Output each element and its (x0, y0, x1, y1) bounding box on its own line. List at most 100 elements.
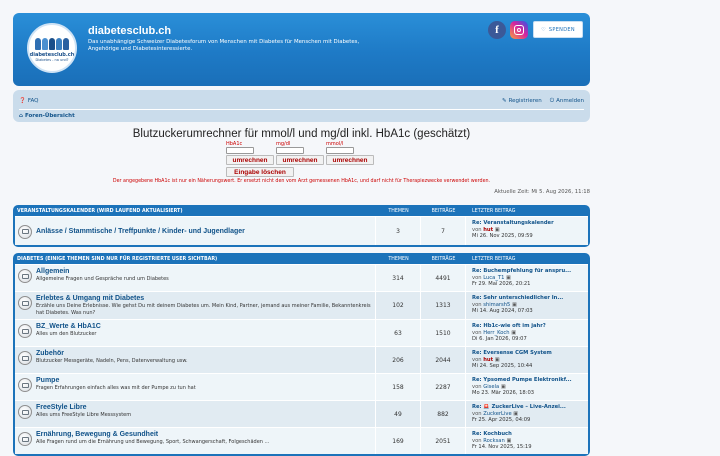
forum-topics: 169 (376, 428, 421, 454)
last-post-author[interactable]: Herr_Koch (483, 330, 509, 336)
forum-posts: 2287 (421, 374, 466, 400)
last-post-title[interactable]: Re: Buchempfehlung für anspru... (472, 268, 582, 275)
last-post-title[interactable]: Re: Kochbuch (472, 431, 582, 438)
forum-title[interactable]: Zubehör (36, 350, 188, 357)
clear-input-button[interactable]: Eingabe löschen (226, 167, 294, 177)
forum-last-post: Re: Buchempfehlung für anspru... von Luc… (466, 265, 588, 291)
login-link[interactable]: ⏻ Anmelden (550, 98, 584, 105)
last-post-author[interactable]: shimarsh5 (483, 302, 510, 308)
last-post-author[interactable]: Luca_T1 (483, 275, 504, 281)
view-latest-icon[interactable]: ▣ (495, 357, 500, 363)
mgdl-label: mg/dl (276, 141, 291, 147)
view-latest-icon[interactable]: ▣ (506, 438, 511, 444)
forum-title[interactable]: Anlässe / Stammtische / Treffpunkte / Ki… (36, 228, 245, 235)
view-latest-icon[interactable]: ▣ (512, 302, 517, 308)
section-events: VERANSTALTUNGSKALENDER (WIRD LAUFEND AKT… (13, 205, 590, 247)
last-post-title[interactable]: Re: Eversense CGM System (472, 350, 582, 357)
faq-link[interactable]: ❓ FAQ (19, 98, 39, 104)
forum-description: Allgemeine Fragen und Gespräche rund um … (36, 276, 169, 282)
last-post-author[interactable]: ZuckerLive (483, 411, 511, 417)
col-last-post: LETZTER BEITRAG (472, 209, 516, 214)
navbar: ❓ FAQ ✎ Registrieren ⏻ Anmelden ⌂ Foren-Über… (13, 90, 590, 122)
forum-title[interactable]: Allgemein (36, 268, 169, 275)
calculator-title: Blutzuckerumrechner für mmol/l und mg/dl… (132, 128, 471, 140)
power-icon: ⏻ (549, 97, 555, 104)
view-latest-icon[interactable]: ▣ (506, 275, 511, 281)
help-icon: ❓ (19, 98, 26, 104)
breadcrumb-home[interactable]: ⌂ Foren-Übersicht (19, 113, 75, 119)
forum-title[interactable]: FreeStyle Libre (36, 404, 131, 411)
forum-topics: 49 (376, 401, 421, 427)
site-header: diabetesclub.ch Diabetes - na und? diabe… (13, 13, 590, 86)
forum-posts: 7 (421, 217, 466, 245)
forum-title[interactable]: Pumpe (36, 377, 196, 384)
forum-read-icon (18, 296, 32, 310)
forum-last-post: Re: Sehr unterschiedlicher In... von shi… (466, 292, 588, 319)
section-title[interactable]: VERANSTALTUNGSKALENDER (WIRD LAUFEND AKT… (15, 209, 376, 214)
forum-read-icon (18, 405, 32, 419)
last-post-date: Di 6. Jan 2026, 09:07 (472, 336, 527, 343)
mgdl-input[interactable] (276, 147, 304, 154)
last-post-title[interactable]: Re: Ypsomed Pumpe Elektronikf... (472, 377, 582, 384)
page-wrap: diabetesclub.ch Diabetes - na und? diabe… (13, 13, 590, 122)
current-time: Aktuelle Zeit: Mi 5. Aug 2026, 11:18 (494, 189, 590, 195)
forum-title[interactable]: BZ_Werte & HbA1C (36, 323, 101, 330)
view-latest-icon[interactable]: ▣ (495, 227, 500, 233)
hba1c-disclaimer: Der angegebene HbA1c ist nur ein Näherun… (112, 179, 491, 184)
forum-row: FreeStyle Libre Alles ums FreeStyle Libr… (15, 400, 588, 427)
last-post-date: Fr 25. Apr 2025, 04:09 (472, 417, 531, 424)
forum-read-icon (18, 224, 32, 239)
forum-posts: 2044 (421, 347, 466, 373)
forum-last-post: Re: Eversense CGM System von hut ▣ Mi 24… (466, 347, 588, 373)
forum-row: Anlässe / Stammtische / Treffpunkte / Ki… (15, 216, 588, 245)
forum-read-icon (18, 351, 32, 365)
last-post-author[interactable]: Rocksan (483, 438, 505, 444)
last-post-title[interactable]: Re: Veranstaltungskalender (472, 220, 582, 227)
instagram-icon[interactable] (510, 21, 528, 39)
convert-mgdl-button[interactable]: umrechnen (276, 155, 324, 165)
forum-title[interactable]: Erlebtes & Umgang mit Diabetes (36, 295, 372, 302)
forum-title[interactable]: Ernährung, Bewegung & Gesundheit (36, 431, 269, 438)
forum-posts: 1510 (421, 320, 466, 346)
last-post-title[interactable]: Re: Sehr unterschiedlicher In... (472, 295, 582, 302)
site-title[interactable]: diabetesclub.ch (88, 25, 171, 37)
mmoll-input[interactable] (326, 147, 354, 154)
convert-hba1c-button[interactable]: umrechnen (226, 155, 274, 165)
last-post-title[interactable]: Re: Hb1c-wie oft im jahr? (472, 323, 582, 330)
forum-description: Erzähle uns Deine Erlebnisse. Wie gehst … (36, 303, 371, 316)
pencil-icon: ✎ (501, 97, 507, 104)
forum-topics: 158 (376, 374, 421, 400)
forum-topics: 102 (376, 292, 421, 319)
forum-description: Fragen Erfahrungen einfach alles was mit… (36, 385, 196, 391)
forum-topics: 3 (376, 217, 421, 245)
donate-button[interactable]: ♡ SPENDEN (533, 21, 583, 38)
last-post-author[interactable]: Gisela (483, 384, 499, 390)
convert-mmoll-button[interactable]: umrechnen (326, 155, 374, 165)
hba1c-input[interactable] (226, 147, 254, 154)
last-post-author[interactable]: hut (483, 227, 493, 233)
site-description: Das unabhängige Schweizer Diabetesforum … (88, 39, 360, 52)
site-logo[interactable]: diabetesclub.ch Diabetes - na und? (27, 23, 77, 73)
forum-read-icon (18, 378, 32, 392)
forum-description: Alles ums FreeStyle Libre Messsystem (36, 412, 132, 418)
hba1c-label: HbA1c (226, 141, 243, 147)
breadcrumb: ⌂ Foren-Übersicht (19, 109, 584, 119)
col-last-post: LETZTER BEITRAG (472, 257, 516, 262)
logo-subtext: Diabetes - na und? (35, 58, 69, 62)
facebook-icon[interactable]: f (488, 21, 506, 39)
forum-posts: 2051 (421, 428, 466, 454)
view-latest-icon[interactable]: ▣ (501, 384, 506, 390)
forum-last-post: Re: Veranstaltungskalender von hut ▣ Mi … (466, 217, 588, 245)
view-latest-icon[interactable]: ▣ (513, 411, 518, 417)
view-latest-icon[interactable]: ▣ (511, 330, 516, 336)
forum-row: BZ_Werte & HbA1C Alles um den Blutzucker… (15, 319, 588, 346)
home-icon: ⌂ (19, 113, 23, 119)
forum-description: Alles um den Blutzucker (36, 331, 97, 337)
col-topics: THEMEN (388, 257, 409, 262)
section-title[interactable]: DIABETES (EINIGE THEMEN SIND NUR FÜR REG… (15, 257, 376, 262)
last-post-author[interactable]: hut (483, 357, 493, 363)
last-post-title[interactable]: Re: 🚨 ZuckerLive – Live-Anzei... (472, 404, 582, 411)
last-post-date: Mi 24. Sep 2025, 10:44 (472, 363, 533, 370)
forum-row: Allgemein Allgemeine Fragen und Gespräch… (15, 264, 588, 291)
register-link[interactable]: ✎ Registrieren (502, 98, 542, 105)
